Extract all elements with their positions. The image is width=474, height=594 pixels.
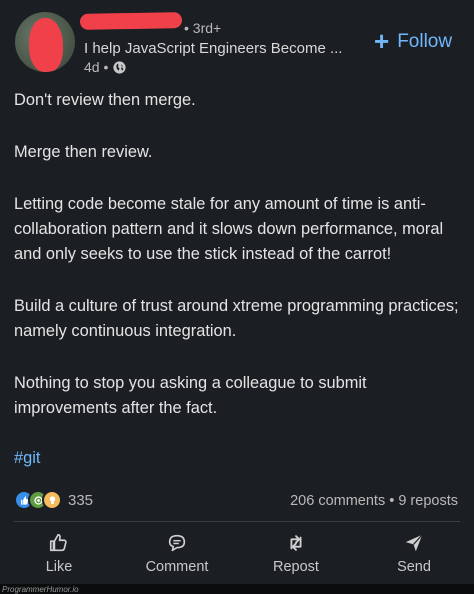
reaction-count: 335 <box>68 491 94 509</box>
action-bar: Like Comment Repost Send <box>0 532 474 582</box>
follow-label: Follow <box>397 31 453 52</box>
plus-icon: + <box>374 26 390 56</box>
post-body: Don't review then merge. Merge then revi… <box>14 88 464 448</box>
avatar-redaction <box>29 18 63 72</box>
post-paragraph: Build a culture of trust around xtreme p… <box>14 297 459 340</box>
post-paragraph: Don't review then merge. <box>14 91 196 109</box>
thumbs-up-icon <box>49 533 67 552</box>
repost-icon <box>290 535 302 551</box>
post-paragraph: Letting code become stale for any amount… <box>14 195 444 263</box>
insightful-reaction-icon <box>42 490 62 510</box>
author-headline: I help JavaScript Engineers Become ... <box>84 40 343 57</box>
repost-button[interactable]: Repost <box>251 532 341 575</box>
like-label: Like <box>45 559 73 575</box>
post-time: 4d • <box>84 59 109 75</box>
connection-degree: • 3rd+ <box>184 20 222 36</box>
like-button[interactable]: Like <box>14 532 104 575</box>
send-label: Send <box>397 559 431 575</box>
post-meta: 4d • <box>84 59 126 75</box>
globe-icon <box>113 60 126 74</box>
send-icon <box>405 534 423 552</box>
send-button[interactable]: Send <box>369 532 459 575</box>
reactions-summary[interactable]: 335 <box>14 490 93 510</box>
follow-button[interactable]: + Follow <box>374 26 453 56</box>
post-paragraph: Nothing to stop you asking a colleague t… <box>14 374 367 417</box>
comment-button[interactable]: Comment <box>132 532 222 575</box>
hashtag-link[interactable]: #git <box>14 449 40 468</box>
comments-reposts-count[interactable]: 206 comments • 9 reposts <box>290 493 458 509</box>
comment-label: Comment <box>145 559 209 575</box>
author-name-redaction[interactable] <box>79 12 183 30</box>
comment-icon <box>168 534 186 552</box>
linkedin-post: • 3rd+ I help JavaScript Engineers Becom… <box>0 0 474 594</box>
repost-label: Repost <box>273 559 319 575</box>
divider <box>14 521 460 522</box>
author-avatar[interactable] <box>15 12 75 72</box>
post-paragraph: Merge then review. <box>14 143 153 161</box>
watermark: ProgrammerHumor.io <box>2 585 79 594</box>
